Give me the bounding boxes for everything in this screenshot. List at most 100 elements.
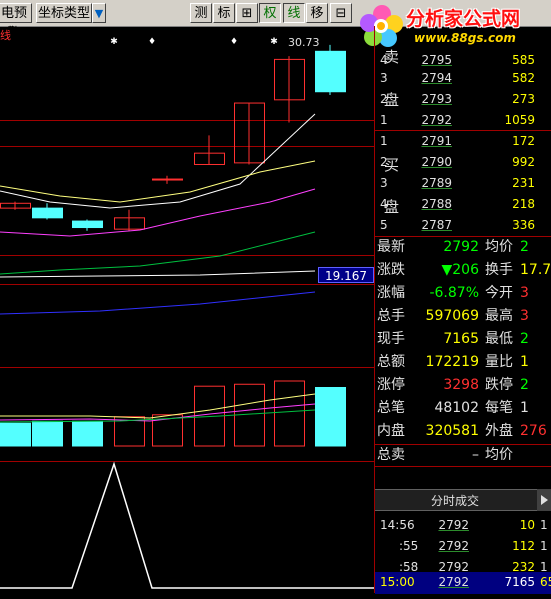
zoom-in-icon: ⊞ xyxy=(241,6,253,21)
quote-row-inner-outer: 内盘 320581 外盘 276 xyxy=(375,420,551,443)
ma-line xyxy=(0,291,316,315)
coord-type-label: 坐标类型 xyxy=(37,6,90,21)
candle-body xyxy=(315,50,346,93)
quote-value: 3 xyxy=(520,285,529,301)
order-level: 2 xyxy=(380,155,388,169)
quote-row-total-vol: 总手 597069 最高 3 xyxy=(375,305,551,328)
chevron-right-icon xyxy=(541,495,548,505)
line-label: 线 xyxy=(287,6,301,21)
quote-value: 2 xyxy=(520,239,529,255)
tick-extra: 65 xyxy=(540,575,551,589)
order-price: 2788 xyxy=(421,197,452,211)
buy-order-row[interactable]: 5 2787 336 xyxy=(375,215,551,236)
quote-key: 量比 xyxy=(485,354,513,370)
signal-marker: ✱ xyxy=(110,37,118,47)
volume-bars xyxy=(0,380,346,447)
quote-row-trades: 总笔 48102 每笔 1 xyxy=(375,397,551,420)
order-volume: 218 xyxy=(512,197,535,211)
quote-value: 276 xyxy=(520,423,547,439)
quote-key: 总卖 xyxy=(377,447,405,463)
order-level: 4 xyxy=(380,197,388,211)
quote-key: 最低 xyxy=(485,331,513,347)
ma-line xyxy=(0,270,316,278)
quote-value: ▼206 xyxy=(441,262,480,278)
order-volume: 992 xyxy=(512,155,535,169)
buy-order-row[interactable]: 1 2791 172 xyxy=(375,131,551,152)
indicator-line xyxy=(0,461,374,589)
rights-label: 权 xyxy=(263,6,277,21)
kline-chart[interactable]: ✱ ♦ ♦ ✱ xyxy=(0,26,374,593)
quote-key: 内盘 xyxy=(377,423,405,439)
buy-order-row[interactable]: 3 2789 231 xyxy=(375,173,551,194)
coord-type-dropdown[interactable]: ▼ xyxy=(92,3,106,23)
grid-icon: ⊟ xyxy=(335,6,347,21)
move-button[interactable]: 移 xyxy=(306,3,328,23)
quote-key: 跌停 xyxy=(485,377,513,393)
alert-button[interactable]: 电预警 xyxy=(0,3,32,41)
tick-price: 2792 xyxy=(438,518,469,532)
signal-marker: ♦ xyxy=(148,37,156,47)
ticks-expand-button[interactable] xyxy=(537,489,551,511)
zoom-in-button[interactable]: ⊞ xyxy=(236,3,258,23)
sell-order-row[interactable]: 1 2792 1059 xyxy=(375,110,551,131)
indicator-polyline xyxy=(0,461,374,589)
signal-marker: ♦ xyxy=(230,37,238,47)
candle-body xyxy=(152,178,183,181)
sell-order-row[interactable]: 2 2793 273 xyxy=(375,89,551,110)
markers: ✱ ♦ ♦ ✱ xyxy=(110,37,278,47)
line-button[interactable]: 线 xyxy=(283,3,305,23)
ma-line xyxy=(0,231,316,275)
mark-label: 标 xyxy=(217,6,231,21)
tick-time: 15:00 xyxy=(380,575,415,589)
ma-value-label: 19.167 xyxy=(318,267,374,283)
order-price: 2791 xyxy=(421,134,452,148)
quote-key: 每笔 xyxy=(485,400,513,416)
quote-panel: 卖 盘 4 2795 585 3 2794 582 2 2793 273 1 2… xyxy=(374,26,551,595)
order-volume: 231 xyxy=(512,176,535,190)
tick-extra: 1 xyxy=(540,518,548,532)
sell-order-row[interactable]: 3 2794 582 xyxy=(375,68,551,89)
candle-body xyxy=(32,207,63,219)
order-volume: 336 xyxy=(512,218,535,232)
ma-line xyxy=(0,160,316,203)
tick-price: 2792 xyxy=(438,575,469,589)
grid-button[interactable]: ⊟ xyxy=(330,3,352,23)
quote-value: 2 xyxy=(520,331,529,347)
buy-order-row[interactable]: 2 2790 992 xyxy=(375,152,551,173)
order-price: 2787 xyxy=(421,218,452,232)
volume-bar xyxy=(274,380,305,447)
quote-key: 均价 xyxy=(485,239,513,255)
order-volume: 172 xyxy=(512,134,535,148)
quote-value: 17.7 xyxy=(520,262,551,278)
ticks-header: 分时成交 xyxy=(430,494,479,508)
measure-button[interactable]: 测 xyxy=(190,3,212,23)
tick-row[interactable]: 14:56 2792 10 1 xyxy=(375,515,551,536)
quote-value: 1 xyxy=(520,400,529,416)
order-volume: 582 xyxy=(512,71,535,85)
tick-volume: 10 xyxy=(519,518,535,532)
quote-value: 320581 xyxy=(425,423,479,439)
mark-button[interactable]: 标 xyxy=(213,3,235,23)
quote-value: 2 xyxy=(520,377,529,393)
signal-marker: ✱ xyxy=(270,37,278,47)
rights-button[interactable]: 权 xyxy=(259,3,281,23)
coord-type-button[interactable]: 坐标类型 xyxy=(36,3,92,23)
quote-row-pct: 涨幅 -6.87% 今开 3 xyxy=(375,282,551,305)
quote-value: 48102 xyxy=(434,400,479,416)
quote-key: 总额 xyxy=(377,354,405,370)
tick-time: 14:56 xyxy=(380,518,415,532)
quote-value: 7165 xyxy=(443,331,479,347)
quote-value: 3 xyxy=(520,308,529,324)
order-price: 2793 xyxy=(421,92,452,106)
quote-value: 172219 xyxy=(425,354,479,370)
order-level: 3 xyxy=(380,176,388,190)
quote-key: 涨幅 xyxy=(377,285,405,301)
chevron-down-icon: ▼ xyxy=(94,7,104,20)
volume-bar xyxy=(315,387,346,447)
order-price: 2792 xyxy=(421,113,452,127)
tick-row-selected[interactable]: 15:00 2792 7165 65 xyxy=(375,572,551,594)
buy-order-row[interactable]: 4 2788 218 xyxy=(375,194,551,215)
volume-bar xyxy=(32,420,63,447)
order-price: 2790 xyxy=(421,155,452,169)
quote-value: -6.87% xyxy=(429,285,479,301)
